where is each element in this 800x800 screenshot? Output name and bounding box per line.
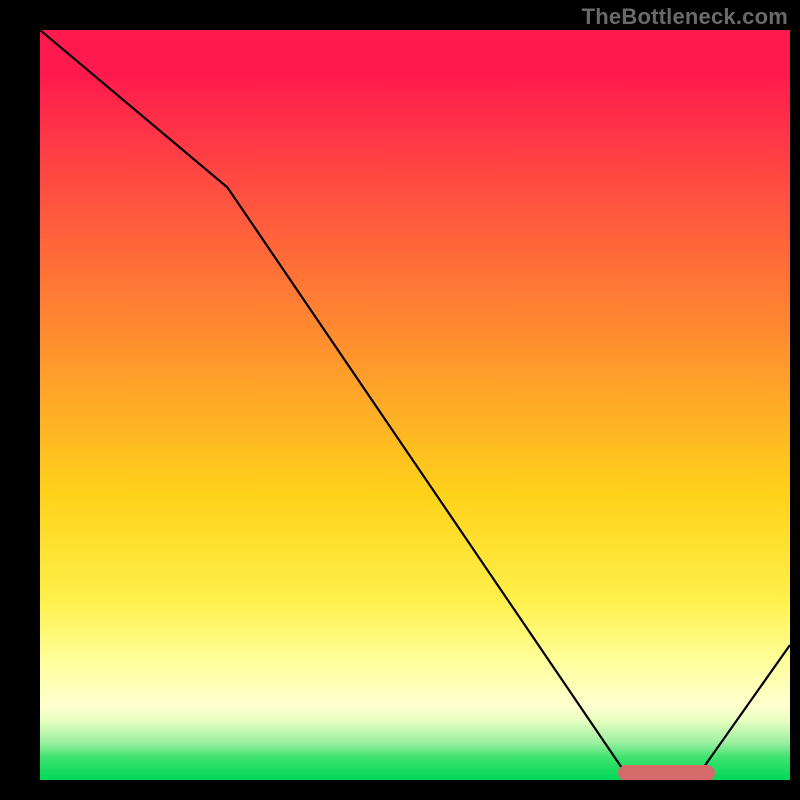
curve-layer: [40, 30, 790, 780]
optimum-marker: [618, 765, 716, 781]
chart-frame: TheBottleneck.com: [0, 0, 800, 800]
curve-path: [40, 30, 790, 773]
plot-area: [40, 30, 790, 780]
watermark-text: TheBottleneck.com: [582, 4, 788, 30]
